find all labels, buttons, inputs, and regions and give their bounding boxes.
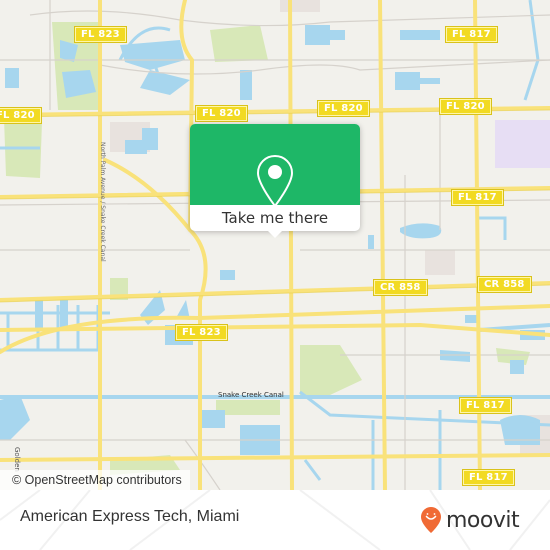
route-shield: FL 820 — [318, 101, 369, 116]
road-label: Golden — [13, 447, 21, 472]
airport-area — [495, 120, 550, 168]
popup-pointer — [267, 230, 283, 238]
route-shield: FL 817 — [452, 190, 503, 205]
route-shield: FL 820 — [440, 99, 491, 114]
brand-name: moovit — [446, 507, 520, 533]
route-shield: FL 817 — [446, 27, 497, 42]
map-attribution[interactable]: © OpenStreetMap contributors — [0, 470, 190, 490]
route-shield: FL 817 — [463, 470, 514, 485]
route-shield: FL 820 — [196, 106, 247, 121]
road-label: North Palm Avenue / Snake Creek Canal — [99, 142, 106, 262]
route-shield: FL 817 — [460, 398, 511, 413]
route-shield: FL 823 — [75, 27, 126, 42]
map-pin-icon — [256, 154, 294, 208]
map[interactable]: FL 823 FL 817 FL 820 FL 820 FL 820 FL 82… — [0, 0, 550, 490]
take-me-there-button[interactable]: Take me there — [190, 205, 360, 231]
moovit-pin-icon — [421, 507, 441, 533]
route-shield: FL 820 — [0, 108, 41, 123]
footer: American Express Tech, Miami moovit — [0, 490, 550, 550]
location-popup[interactable]: Take me there — [190, 124, 360, 238]
route-shield: CR 858 — [374, 280, 427, 295]
moovit-logo[interactable]: moovit — [420, 506, 520, 534]
place-name: American Express Tech, Miami — [20, 508, 240, 525]
canal-label: Snake Creek Canal — [218, 391, 284, 399]
route-shield: CR 858 — [478, 277, 531, 292]
popup-header — [190, 124, 360, 208]
route-shield: FL 823 — [176, 325, 227, 340]
map-base — [0, 0, 550, 490]
